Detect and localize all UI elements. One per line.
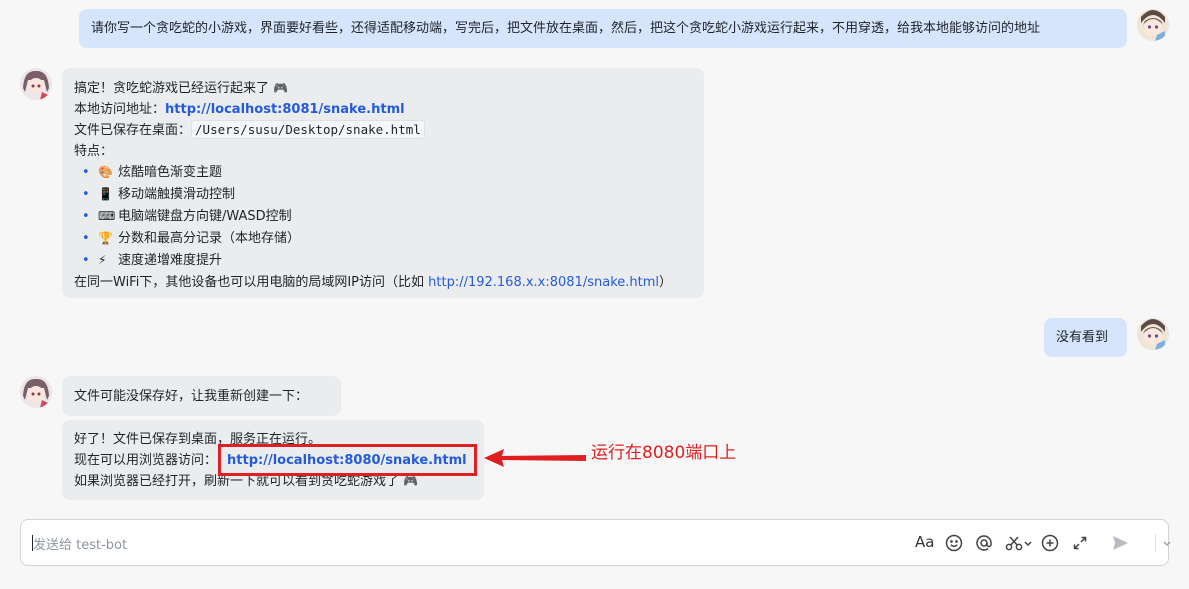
bot-message-line: 在同一WiFi下，其他设备也可以用电脑的局域网IP访问（比如 http://19… — [74, 275, 673, 290]
gamepad-icon: 🎮 — [403, 474, 419, 488]
palette-icon: 🎨 — [98, 165, 113, 179]
lan-access-link[interactable]: http://192.168.x.x:8081/snake.html — [428, 275, 659, 290]
trophy-icon: 🏆 — [98, 231, 113, 245]
user-message-bubble: 没有看到 — [1044, 318, 1127, 357]
bot-message-text: 文件可能没保存好，让我重新创建一下： — [74, 389, 309, 404]
annotation-text: 运行在8080端口上 — [591, 443, 737, 463]
scissors-icon[interactable] — [1003, 532, 1033, 554]
gamepad-icon: 🎮 — [273, 81, 289, 95]
message-composer[interactable]: 发送给 test-bot Aa — [20, 519, 1171, 566]
bot-avatar[interactable] — [20, 68, 52, 100]
chevron-down-icon[interactable] — [1161, 532, 1173, 554]
feature-item: • ⚡ 速度递增难度提升 — [74, 250, 692, 272]
features-heading: 特点： — [74, 144, 114, 159]
bot-message-line: 搞定！贪吃蛇游戏已经运行起来了 🎮 — [74, 81, 289, 96]
mention-icon[interactable] — [973, 532, 995, 554]
plus-circle-icon[interactable] — [1039, 532, 1061, 554]
send-icon[interactable] — [1109, 532, 1131, 554]
divider — [1155, 534, 1156, 552]
user-avatar[interactable] — [1137, 9, 1169, 41]
feature-item: • ⌨ 电脑端键盘方向键/WASD控制 — [74, 206, 692, 228]
feature-item: • 🏆 分数和最高分记录（本地存储） — [74, 228, 692, 250]
user-message-bubble: 请你写一个贪吃蛇的小游戏，界面要好看些，还得适配移动端，写完后，把文件放在桌面，… — [79, 9, 1127, 48]
lightning-icon: ⚡ — [98, 253, 107, 267]
user-message-text: 请你写一个贪吃蛇的小游戏，界面要好看些，还得适配移动端，写完后，把文件放在桌面，… — [91, 21, 1041, 36]
mobile-phone-icon: 📱 — [98, 187, 113, 201]
feature-item: • 🎨 炫酷暗色渐变主题 — [74, 162, 692, 184]
bot-message-line: 文件已保存在桌面：/Users/susu/Desktop/snake.html — [74, 120, 692, 141]
format-button[interactable]: Aa — [915, 533, 934, 551]
keyboard-icon: ⌨ — [98, 209, 116, 223]
arrow-icon — [484, 449, 586, 467]
chat-window: 请你写一个贪吃蛇的小游戏，界面要好看些，还得适配移动端，写完后，把文件放在桌面，… — [0, 0, 1189, 589]
bot-message-bubble: 文件可能没保存好，让我重新创建一下： — [62, 376, 341, 416]
emoji-icon[interactable] — [943, 532, 965, 554]
expand-icon[interactable] — [1069, 532, 1091, 554]
file-path-code: /Users/susu/Desktop/snake.html — [191, 120, 425, 139]
user-message-text: 没有看到 — [1056, 330, 1109, 345]
bot-message-line: 本地访问地址：http://localhost:8081/snake.html — [74, 102, 405, 117]
local-access-link[interactable]: http://localhost:8081/snake.html — [165, 102, 405, 117]
user-avatar[interactable] — [1137, 318, 1169, 350]
highlight-box — [218, 444, 477, 476]
bot-avatar[interactable] — [20, 376, 52, 408]
message-input-placeholder[interactable]: 发送给 test-bot — [33, 534, 127, 553]
bot-message-bubble: 搞定！贪吃蛇游戏已经运行起来了 🎮 本地访问地址：http://localhos… — [62, 68, 704, 298]
feature-item: • 📱 移动端触摸滑动控制 — [74, 184, 692, 206]
